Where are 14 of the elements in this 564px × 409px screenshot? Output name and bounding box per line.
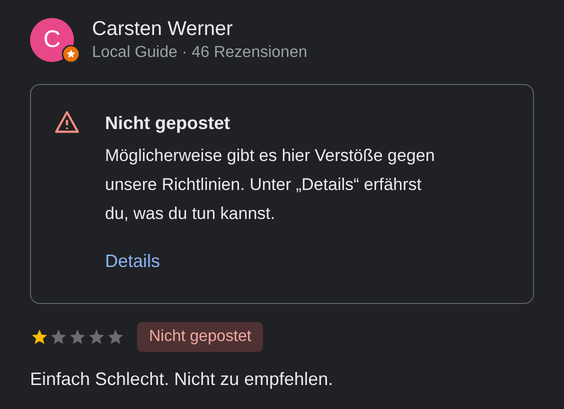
star-icon — [106, 328, 125, 346]
avatar: C — [30, 18, 74, 62]
reviewer-subtitle: Local Guide · 46 Rezensionen — [92, 43, 308, 63]
notice-title: Nicht gepostet — [105, 112, 232, 135]
star-icon — [87, 328, 106, 346]
details-link[interactable]: Details — [105, 248, 160, 275]
warning-icon — [53, 109, 81, 135]
review-text: Einfach Schlecht. Nicht zu empfehlen. — [30, 368, 334, 391]
star-icon — [68, 328, 87, 346]
star-icon — [30, 328, 49, 346]
notice-message: Möglicherweise gibt es hier Verstöße gegen unsere Richtlinien. Unter „Details“ erfährst du, was du tun kannst. — [105, 145, 436, 225]
reviewer-name: Carsten Werner — [92, 17, 234, 42]
status-badge: Nicht gepostet — [137, 322, 264, 352]
star-icon — [49, 328, 68, 346]
